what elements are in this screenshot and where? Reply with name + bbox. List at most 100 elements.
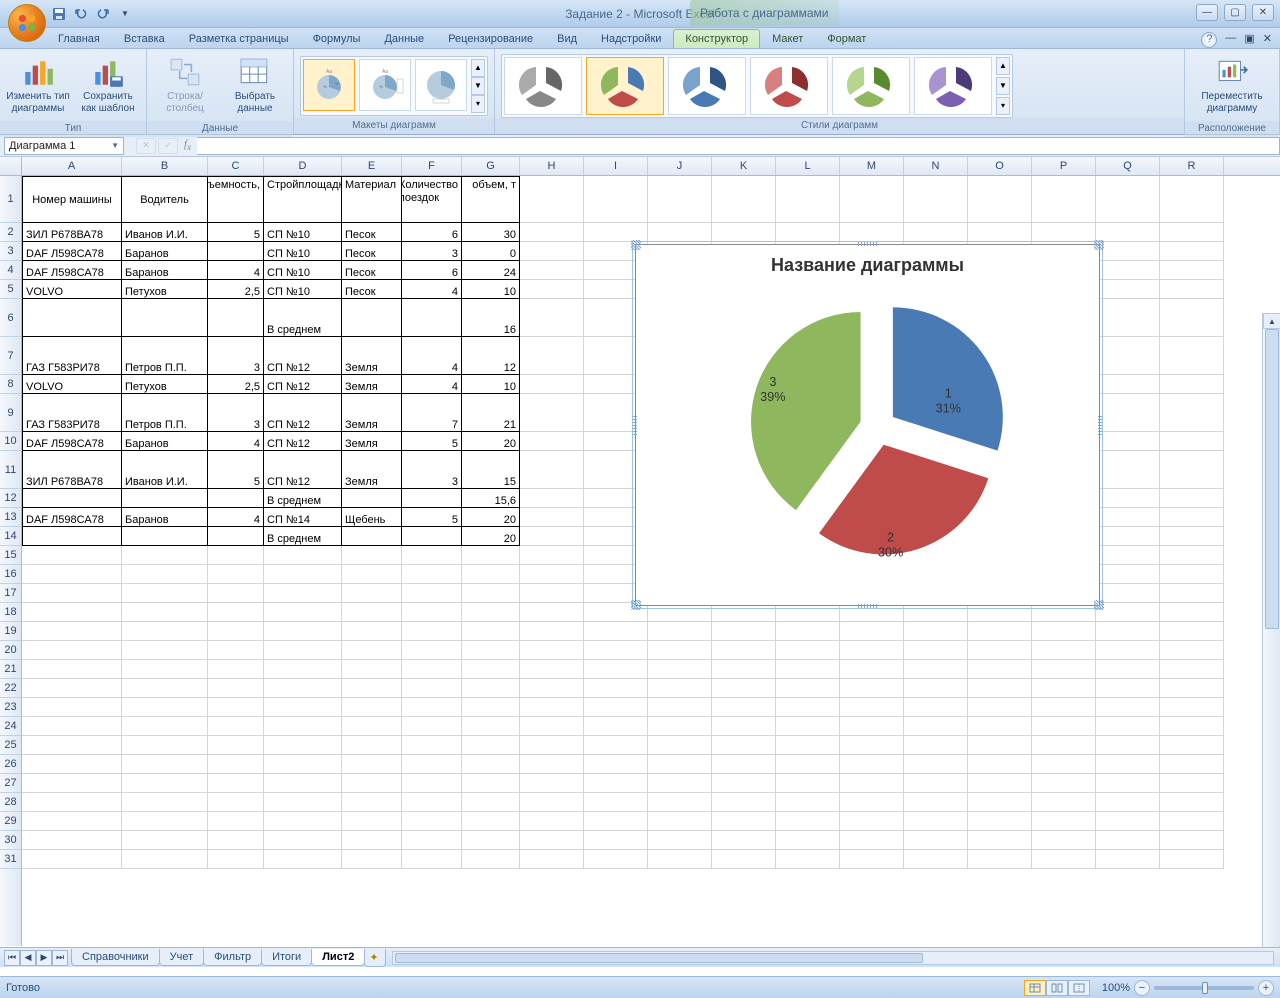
switch-row-column-button[interactable]: Строка/столбец bbox=[153, 53, 217, 121]
cell-B31[interactable] bbox=[122, 850, 208, 869]
row-header-10[interactable]: 10 bbox=[0, 432, 21, 451]
cell-C9[interactable]: 3 bbox=[208, 394, 264, 432]
row-header-16[interactable]: 16 bbox=[0, 565, 21, 584]
move-chart-button[interactable]: Переместить диаграмму bbox=[1191, 53, 1273, 121]
chart-style-6[interactable] bbox=[914, 57, 992, 115]
cell-E15[interactable] bbox=[342, 546, 402, 565]
cell-B1[interactable]: Водитель bbox=[122, 176, 208, 223]
cell-D3[interactable]: СП №10 bbox=[264, 242, 342, 261]
grid[interactable]: Номер машиныВодительГрузоподъемность, тС… bbox=[22, 176, 1280, 946]
cell-L30[interactable] bbox=[776, 831, 840, 850]
cell-M26[interactable] bbox=[840, 755, 904, 774]
cell-R28[interactable] bbox=[1160, 793, 1224, 812]
cell-I27[interactable] bbox=[584, 774, 648, 793]
row-header-26[interactable]: 26 bbox=[0, 755, 21, 774]
row-header-2[interactable]: 2 bbox=[0, 223, 21, 242]
cell-Q8[interactable] bbox=[1096, 375, 1160, 394]
cell-A5[interactable]: VOLVO bbox=[22, 280, 122, 299]
cell-G23[interactable] bbox=[462, 698, 520, 717]
zoom-in-button[interactable]: + bbox=[1258, 980, 1274, 996]
cell-G10[interactable]: 20 bbox=[462, 432, 520, 451]
cell-I19[interactable] bbox=[584, 622, 648, 641]
cell-D8[interactable]: СП №12 bbox=[264, 375, 342, 394]
cell-F16[interactable] bbox=[402, 565, 462, 584]
pie-slice-2[interactable] bbox=[819, 445, 988, 555]
cell-A10[interactable]: DAF Л598СА78 bbox=[22, 432, 122, 451]
cell-A27[interactable] bbox=[22, 774, 122, 793]
cell-E26[interactable] bbox=[342, 755, 402, 774]
cell-E28[interactable] bbox=[342, 793, 402, 812]
cell-A8[interactable]: VOLVO bbox=[22, 375, 122, 394]
cell-G28[interactable] bbox=[462, 793, 520, 812]
cell-F19[interactable] bbox=[402, 622, 462, 641]
row-header-25[interactable]: 25 bbox=[0, 736, 21, 755]
cell-H12[interactable] bbox=[520, 489, 584, 508]
cell-N1[interactable] bbox=[904, 176, 968, 223]
cell-F2[interactable]: 6 bbox=[402, 223, 462, 242]
cell-D15[interactable] bbox=[264, 546, 342, 565]
cell-M1[interactable] bbox=[840, 176, 904, 223]
col-header-C[interactable]: C bbox=[208, 157, 264, 175]
cell-K27[interactable] bbox=[712, 774, 776, 793]
cell-L23[interactable] bbox=[776, 698, 840, 717]
redo-button[interactable] bbox=[94, 5, 112, 23]
cell-G20[interactable] bbox=[462, 641, 520, 660]
select-data-button[interactable]: Выбрать данные bbox=[223, 53, 287, 121]
cell-B13[interactable]: Баранов bbox=[122, 508, 208, 527]
cell-B7[interactable]: Петров П.П. bbox=[122, 337, 208, 375]
cell-F31[interactable] bbox=[402, 850, 462, 869]
col-header-H[interactable]: H bbox=[520, 157, 584, 175]
workbook-restore-button[interactable]: ▣ bbox=[1244, 32, 1254, 48]
cell-R13[interactable] bbox=[1160, 508, 1224, 527]
cell-E21[interactable] bbox=[342, 660, 402, 679]
cell-K2[interactable] bbox=[712, 223, 776, 242]
cell-H15[interactable] bbox=[520, 546, 584, 565]
cell-B16[interactable] bbox=[122, 565, 208, 584]
resize-handle-se[interactable] bbox=[1094, 600, 1104, 610]
cell-K29[interactable] bbox=[712, 812, 776, 831]
vertical-scrollbar[interactable]: ▲ ▼ bbox=[1262, 313, 1280, 947]
cell-R1[interactable] bbox=[1160, 176, 1224, 223]
cell-L20[interactable] bbox=[776, 641, 840, 660]
cell-C11[interactable]: 5 bbox=[208, 451, 264, 489]
cell-B14[interactable] bbox=[122, 527, 208, 546]
cell-R8[interactable] bbox=[1160, 375, 1224, 394]
cell-G21[interactable] bbox=[462, 660, 520, 679]
cell-F9[interactable]: 7 bbox=[402, 394, 462, 432]
row-header-30[interactable]: 30 bbox=[0, 831, 21, 850]
cell-F3[interactable]: 3 bbox=[402, 242, 462, 261]
view-normal-button[interactable] bbox=[1024, 980, 1046, 996]
sheet-tab-2[interactable]: Фильтр bbox=[203, 949, 262, 966]
cell-Q3[interactable] bbox=[1096, 242, 1160, 261]
cell-A12[interactable] bbox=[22, 489, 122, 508]
cell-D24[interactable] bbox=[264, 717, 342, 736]
cell-H22[interactable] bbox=[520, 679, 584, 698]
cell-H30[interactable] bbox=[520, 831, 584, 850]
pie-slice-1[interactable] bbox=[893, 307, 1003, 450]
cell-G18[interactable] bbox=[462, 603, 520, 622]
cell-D6[interactable]: В среднем bbox=[264, 299, 342, 337]
cell-D19[interactable] bbox=[264, 622, 342, 641]
cell-I22[interactable] bbox=[584, 679, 648, 698]
col-header-F[interactable]: F bbox=[402, 157, 462, 175]
cell-P27[interactable] bbox=[1032, 774, 1096, 793]
cell-N25[interactable] bbox=[904, 736, 968, 755]
cell-P2[interactable] bbox=[1032, 223, 1096, 242]
cell-C24[interactable] bbox=[208, 717, 264, 736]
cell-E8[interactable]: Земля bbox=[342, 375, 402, 394]
sheet-nav-first[interactable]: ⏮ bbox=[4, 950, 20, 966]
cell-R22[interactable] bbox=[1160, 679, 1224, 698]
cell-G25[interactable] bbox=[462, 736, 520, 755]
cell-B2[interactable]: Иванов И.И. bbox=[122, 223, 208, 242]
cell-F18[interactable] bbox=[402, 603, 462, 622]
cell-Q30[interactable] bbox=[1096, 831, 1160, 850]
cell-M22[interactable] bbox=[840, 679, 904, 698]
cell-D25[interactable] bbox=[264, 736, 342, 755]
cell-A9[interactable]: ГАЗ Г583РИ78 bbox=[22, 394, 122, 432]
sheet-tab-4[interactable]: Лист2 bbox=[311, 949, 365, 966]
cell-D2[interactable]: СП №10 bbox=[264, 223, 342, 242]
cell-Q14[interactable] bbox=[1096, 527, 1160, 546]
cell-C26[interactable] bbox=[208, 755, 264, 774]
row-header-7[interactable]: 7 bbox=[0, 337, 21, 375]
cell-J24[interactable] bbox=[648, 717, 712, 736]
